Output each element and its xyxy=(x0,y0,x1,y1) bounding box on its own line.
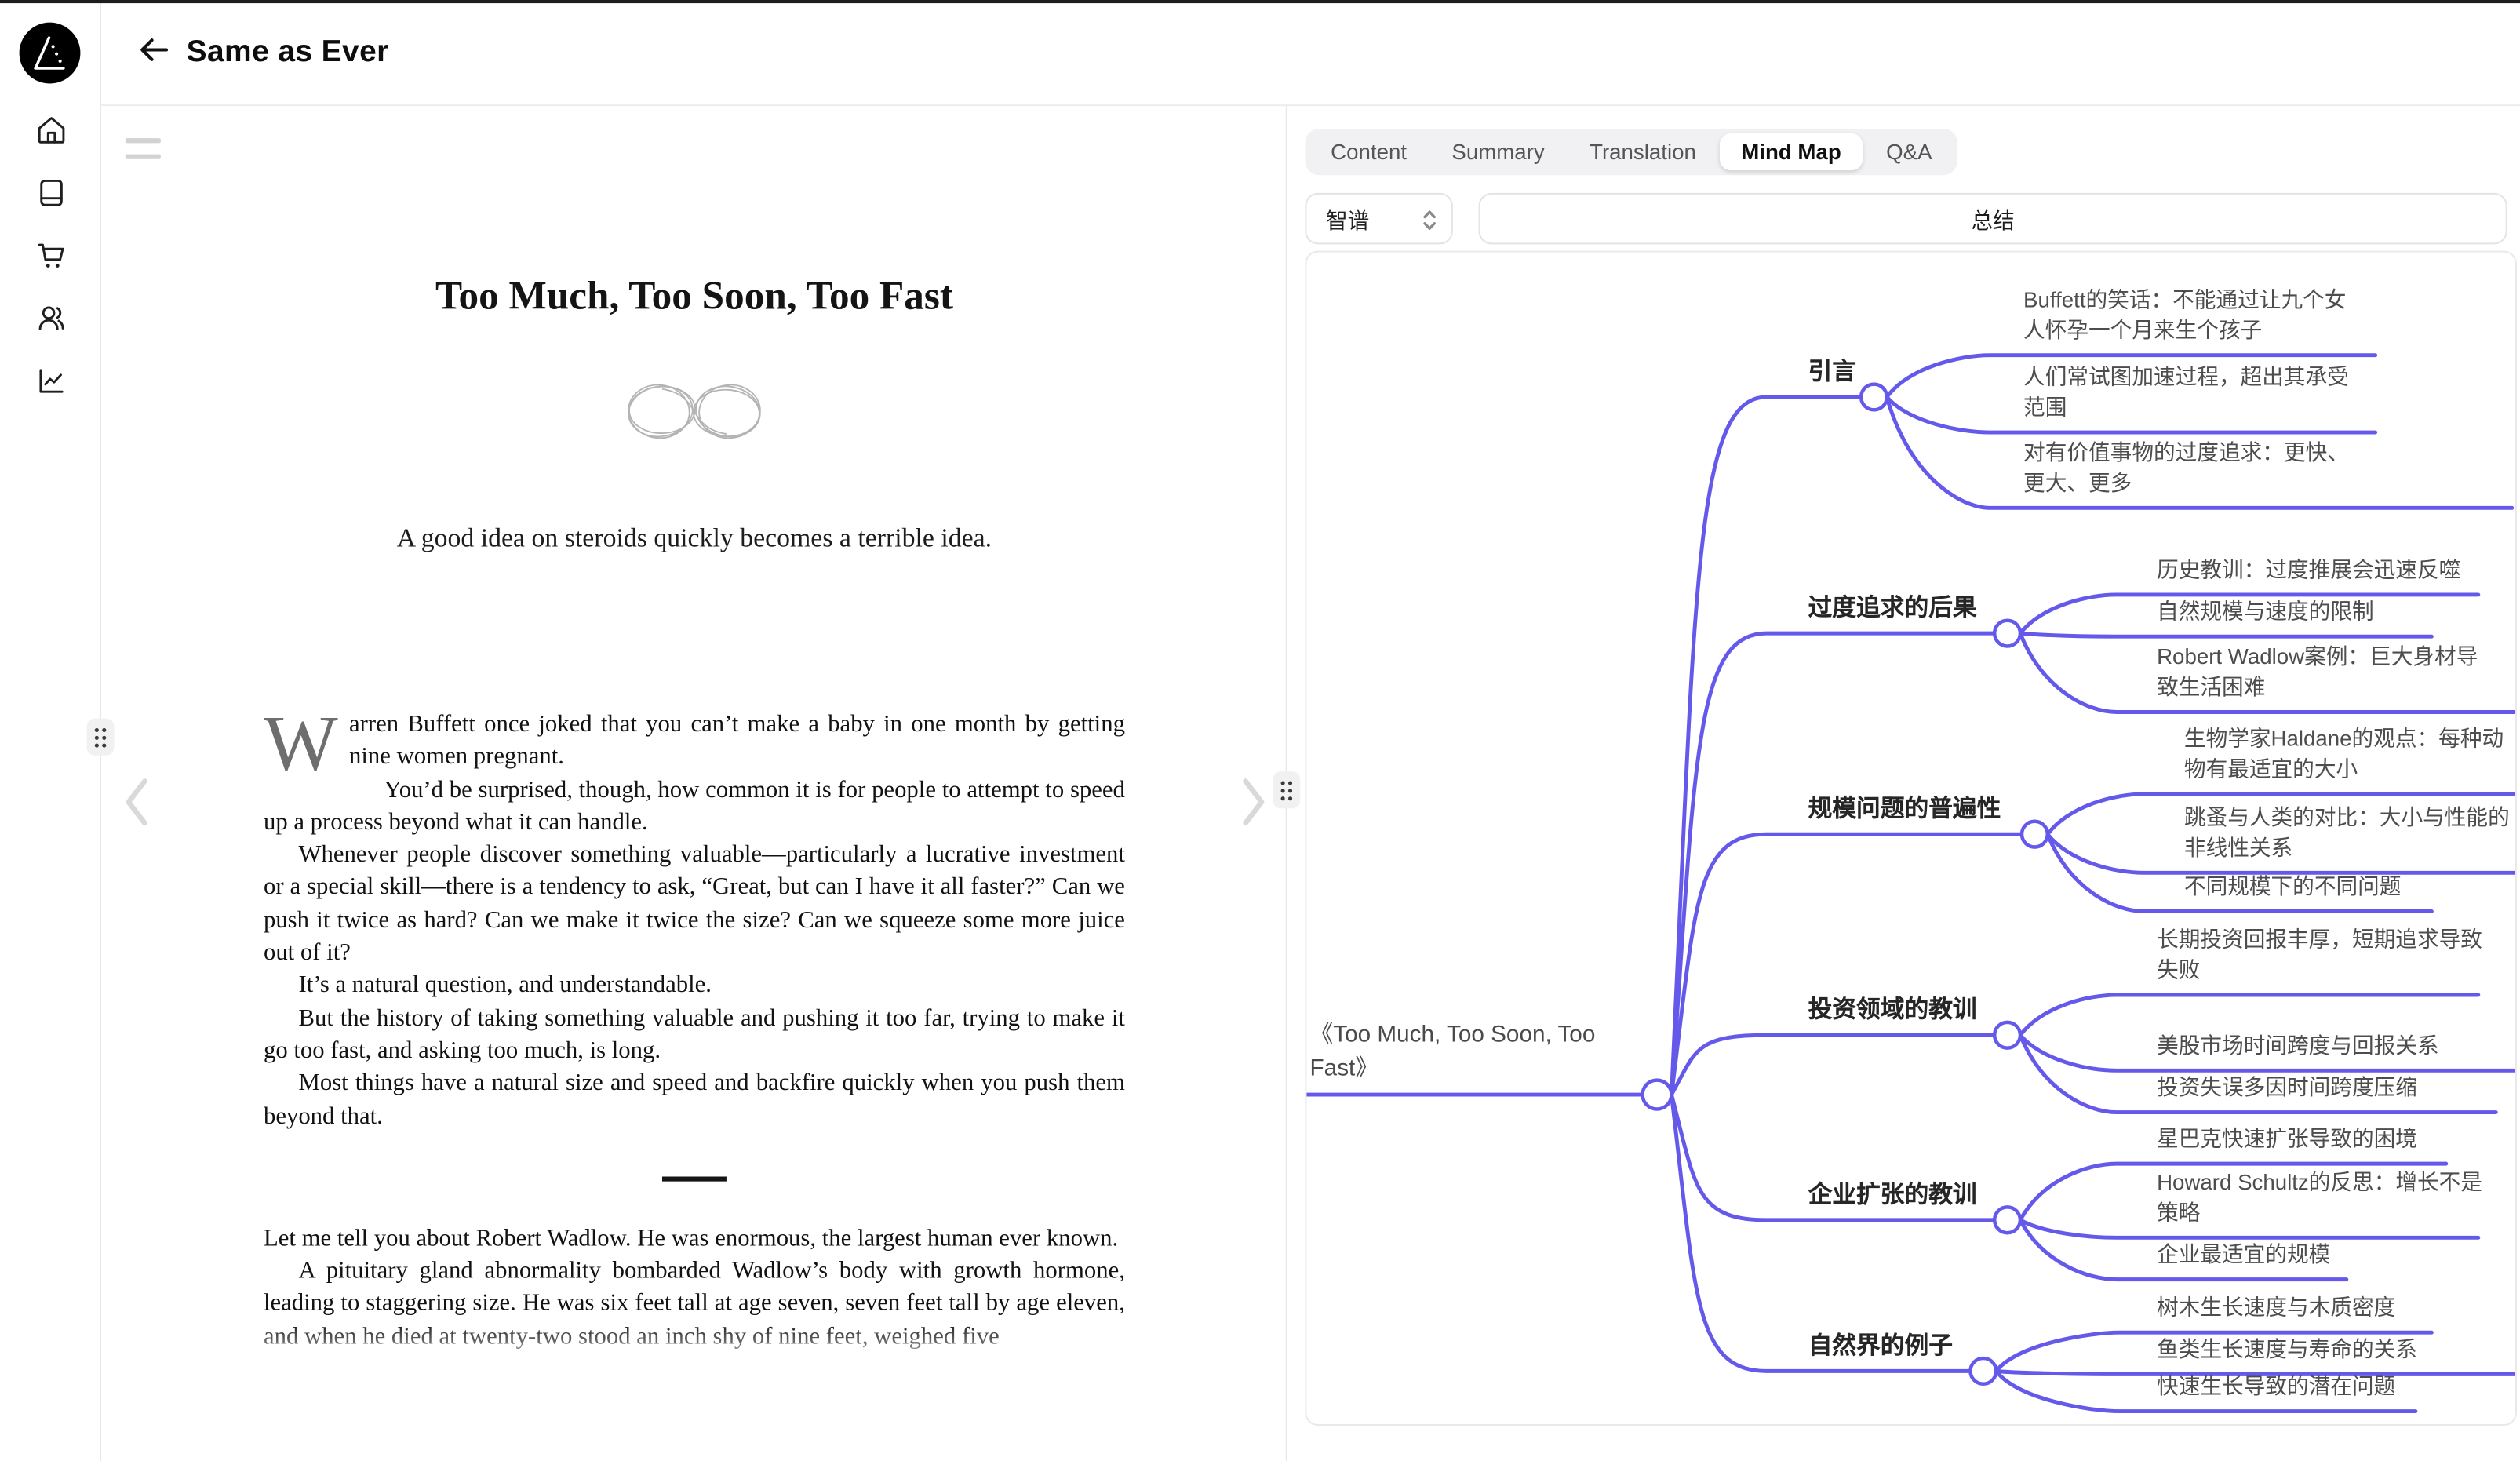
tab-content[interactable]: Content xyxy=(1310,133,1428,170)
reader-panel: Too Much, Too Soon, Too Fast A good idea… xyxy=(103,106,1286,1461)
chevron-right-icon xyxy=(1237,808,1269,833)
sidebar-item-profile[interactable] xyxy=(0,290,101,352)
home-icon xyxy=(35,114,67,151)
next-page-button[interactable] xyxy=(1234,776,1273,828)
chapter-epigraph: A good idea on steroids quickly becomes … xyxy=(264,523,1125,555)
app-logo[interactable] xyxy=(18,21,82,86)
infinity-scribble-image xyxy=(614,371,775,451)
chevron-left-icon xyxy=(121,808,153,833)
drop-cap: W xyxy=(264,709,349,776)
mindmap-child-node[interactable]: 星巴克快速扩张导致的困境 xyxy=(2157,1124,2462,1154)
mindmap-branch-label[interactable]: 投资领域的教训 xyxy=(1808,992,1977,1026)
mindmap-child-node[interactable]: 美股市场时间跨度与回报关系 xyxy=(2157,1030,2491,1061)
ai-panel: ContentSummaryTranslationMind MapQ&A 智谱 … xyxy=(1287,106,2520,1461)
sidebar-item-stats[interactable] xyxy=(0,352,101,415)
mindmap-child-node[interactable]: 树木生长速度与木质密度 xyxy=(2157,1292,2448,1323)
tab-q-a[interactable]: Q&A xyxy=(1865,133,1953,170)
mindmap-child-node[interactable]: 不同规模下的不同问题 xyxy=(2184,871,2448,902)
arrow-left-icon xyxy=(137,37,168,67)
mindmap-child-node[interactable]: 长期投资回报丰厚，短期追求导致失败 xyxy=(2157,924,2491,986)
cart-icon xyxy=(35,239,67,276)
book-icon xyxy=(35,177,67,213)
mindmap-child-node[interactable]: Buffett的笑话：不能通过让九个女人怀孕一个月来生个孩子 xyxy=(2023,285,2358,346)
mindmap-branch-label[interactable]: 企业扩张的教训 xyxy=(1808,1177,1977,1211)
paragraph: Let me tell you about Robert Wadlow. He … xyxy=(264,1223,1125,1256)
model-select-value: 智谱 xyxy=(1326,202,1369,235)
mindmap-child-node[interactable]: 鱼类生长速度与寿命的关系 xyxy=(2157,1334,2491,1364)
window-top-edge xyxy=(0,0,2520,3)
sidebar-item-library[interactable] xyxy=(0,164,101,227)
sidebar-nav xyxy=(0,101,101,414)
mindmap-child-node[interactable]: 快速生长导致的潜在问题 xyxy=(2157,1371,2431,1401)
prev-page-button[interactable] xyxy=(118,776,156,828)
book-page: Too Much, Too Soon, Too Fast A good idea… xyxy=(103,106,1286,1392)
chart-icon xyxy=(35,365,67,402)
right-resize-handle[interactable] xyxy=(1273,771,1300,808)
section-divider xyxy=(662,1176,727,1181)
mindmap-child-node[interactable]: 自然规模与速度的限制 xyxy=(2157,596,2448,627)
summarize-button[interactable]: 总结 xyxy=(1479,193,2507,245)
tab-bar: ContentSummaryTranslationMind MapQ&A xyxy=(1305,129,1957,175)
model-select[interactable]: 智谱 xyxy=(1305,193,1452,245)
left-resize-handle[interactable] xyxy=(87,719,115,756)
paragraph: But the history of taking something valu… xyxy=(264,1003,1125,1068)
mindmap-root-node[interactable]: 《Too Much, Too Soon, Too Fast》 xyxy=(1310,1019,1626,1085)
mindmap-canvas[interactable]: 《Too Much, Too Soon, Too Fast》 引言 Buffett的… xyxy=(1305,251,2517,1426)
paragraph: A pituitary gland abnormality bombarded … xyxy=(264,1255,1125,1354)
chapter-title: Too Much, Too Soon, Too Fast xyxy=(264,275,1125,319)
sidebar-item-store[interactable] xyxy=(0,227,101,290)
paragraph: It’s a natural question, and understanda… xyxy=(264,970,1125,1003)
mindmap-child-node[interactable]: 对有价值事物的过度追求：更快、更大、更多 xyxy=(2023,437,2358,498)
mindmap-child-node[interactable]: 生物学家Haldane的观点：每种动物有最适宜的大小 xyxy=(2184,723,2517,785)
sidebar-item-home[interactable] xyxy=(0,101,101,164)
mindmap-child-node[interactable]: 投资失误多因时间跨度压缩 xyxy=(2157,1072,2491,1102)
tab-mind-map[interactable]: Mind Map xyxy=(1721,133,1863,170)
paragraph: Whenever people discover something valua… xyxy=(264,840,1125,970)
page-title: Same as Ever xyxy=(187,35,389,70)
paragraph: Most things have a natural size and spee… xyxy=(264,1068,1125,1133)
chapter-body: Warren Buffett once joked that you can’t… xyxy=(264,709,1125,1354)
mindmap-child-node[interactable]: 跳蚤与人类的对比：大小与性能的非线性关系 xyxy=(2184,802,2517,863)
tab-summary[interactable]: Summary xyxy=(1431,133,1566,170)
app-window: Same as Ever Too Much, Too Soon, Too Fas… xyxy=(0,0,2520,1461)
paragraph: Warren Buffett once joked that you can’t… xyxy=(264,709,1125,774)
mindmap-child-node[interactable]: Robert Wadlow案例：巨大身材导致生活困难 xyxy=(2157,641,2491,702)
paragraph: You’d be surprised, though, how common i… xyxy=(264,774,1125,840)
tab-translation[interactable]: Translation xyxy=(1568,133,1717,170)
mindmap-branch-label[interactable]: 自然界的例子 xyxy=(1808,1328,1953,1361)
mindmap-child-node[interactable]: 人们常试图加速过程，超出其承受范围 xyxy=(2023,362,2358,423)
mindmap-branch-label[interactable]: 引言 xyxy=(1808,354,1856,388)
back-button[interactable] xyxy=(132,31,173,73)
users-icon xyxy=(35,302,67,339)
mindmap-child-node[interactable]: Howard Schultz的反思：增长不是策略 xyxy=(2157,1167,2491,1228)
mindmap-child-node[interactable]: 历史教训：过度推展会迅速反噬 xyxy=(2157,555,2491,585)
mindmap-child-node[interactable]: 企业最适宜的规模 xyxy=(2157,1239,2362,1270)
mindmap-branch-label[interactable]: 过度追求的后果 xyxy=(1808,590,1977,624)
mindmap-branch-label[interactable]: 规模问题的普遍性 xyxy=(1808,791,2001,825)
header: Same as Ever xyxy=(101,0,2520,106)
